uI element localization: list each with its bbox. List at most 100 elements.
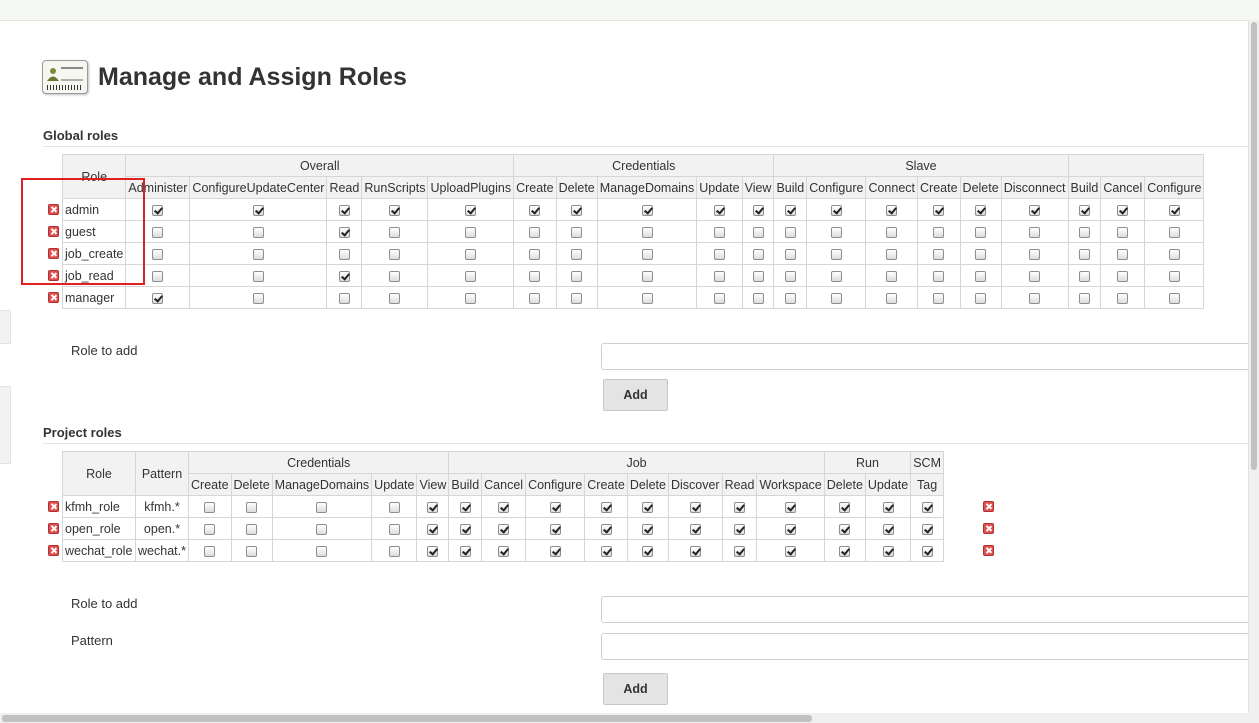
permission-checkbox[interactable]	[389, 270, 401, 282]
permission-checkbox-checked[interactable]	[389, 204, 401, 216]
permission-checkbox[interactable]	[465, 292, 477, 304]
permission-checkbox[interactable]	[1078, 226, 1090, 238]
permission-checkbox[interactable]	[389, 248, 401, 260]
permission-checkbox[interactable]	[571, 292, 583, 304]
permission-checkbox[interactable]	[152, 226, 164, 238]
permission-checkbox-checked[interactable]	[839, 523, 851, 535]
permission-checkbox[interactable]	[784, 248, 796, 260]
permission-checkbox[interactable]	[529, 292, 541, 304]
permission-checkbox-checked[interactable]	[734, 523, 746, 535]
permission-checkbox[interactable]	[641, 248, 653, 260]
permission-checkbox[interactable]	[1168, 248, 1180, 260]
permission-checkbox[interactable]	[1029, 226, 1041, 238]
permission-checkbox[interactable]	[641, 292, 653, 304]
permission-checkbox[interactable]	[388, 523, 400, 535]
permission-checkbox-checked[interactable]	[338, 226, 350, 238]
permission-checkbox-checked[interactable]	[689, 501, 701, 513]
permission-checkbox[interactable]	[338, 248, 350, 260]
permission-checkbox-checked[interactable]	[252, 204, 264, 216]
permission-checkbox-checked[interactable]	[600, 501, 612, 513]
permission-checkbox-checked[interactable]	[549, 523, 561, 535]
permission-checkbox[interactable]	[252, 270, 264, 282]
permission-checkbox[interactable]	[465, 248, 477, 260]
permission-checkbox[interactable]	[388, 545, 400, 557]
permission-checkbox-checked[interactable]	[549, 545, 561, 557]
permission-checkbox-checked[interactable]	[498, 523, 510, 535]
permission-checkbox[interactable]	[933, 270, 945, 282]
permission-checkbox[interactable]	[933, 292, 945, 304]
permission-checkbox-checked[interactable]	[886, 204, 898, 216]
permission-checkbox[interactable]	[975, 270, 987, 282]
permission-checkbox[interactable]	[388, 501, 400, 513]
permission-checkbox-checked[interactable]	[549, 501, 561, 513]
permission-checkbox[interactable]	[246, 501, 258, 513]
permission-checkbox[interactable]	[641, 226, 653, 238]
permission-checkbox[interactable]	[830, 292, 842, 304]
permission-checkbox-checked[interactable]	[830, 204, 842, 216]
permission-checkbox-checked[interactable]	[152, 204, 164, 216]
permission-checkbox[interactable]	[933, 226, 945, 238]
permission-checkbox-checked[interactable]	[839, 501, 851, 513]
permission-checkbox[interactable]	[641, 270, 653, 282]
permission-checkbox-checked[interactable]	[338, 270, 350, 282]
permission-checkbox[interactable]	[571, 270, 583, 282]
permission-checkbox-checked[interactable]	[921, 545, 933, 557]
delete-role-manager-icon[interactable]	[48, 292, 59, 303]
permission-checkbox[interactable]	[204, 501, 216, 513]
permission-checkbox[interactable]	[246, 545, 258, 557]
permission-checkbox-checked[interactable]	[975, 204, 987, 216]
permission-checkbox-checked[interactable]	[642, 523, 654, 535]
permission-checkbox-checked[interactable]	[498, 545, 510, 557]
permission-checkbox-checked[interactable]	[785, 545, 797, 557]
permission-checkbox[interactable]	[975, 226, 987, 238]
permission-checkbox-checked[interactable]	[459, 501, 471, 513]
permission-checkbox[interactable]	[152, 248, 164, 260]
add-global-role-button[interactable]: Add	[603, 379, 668, 411]
permission-checkbox-checked[interactable]	[785, 523, 797, 535]
permission-checkbox[interactable]	[246, 523, 258, 535]
permission-checkbox[interactable]	[975, 292, 987, 304]
vertical-scrollbar-thumb[interactable]	[1251, 22, 1257, 470]
permission-checkbox[interactable]	[529, 226, 541, 238]
permission-checkbox[interactable]	[830, 226, 842, 238]
permission-checkbox[interactable]	[529, 248, 541, 260]
permission-checkbox[interactable]	[571, 226, 583, 238]
side-panel-tab[interactable]	[0, 310, 11, 344]
permission-checkbox-checked[interactable]	[459, 523, 471, 535]
permission-checkbox[interactable]	[752, 248, 764, 260]
permission-checkbox-checked[interactable]	[498, 501, 510, 513]
permission-checkbox[interactable]	[886, 226, 898, 238]
permission-checkbox-checked[interactable]	[427, 523, 439, 535]
permission-checkbox-checked[interactable]	[921, 523, 933, 535]
permission-checkbox[interactable]	[316, 523, 328, 535]
permission-checkbox[interactable]	[465, 226, 477, 238]
permission-checkbox[interactable]	[1168, 226, 1180, 238]
permission-checkbox[interactable]	[713, 226, 725, 238]
delete-role-kfmh-right-icon[interactable]	[983, 501, 994, 512]
permission-checkbox[interactable]	[1078, 270, 1090, 282]
permission-checkbox-checked[interactable]	[338, 204, 350, 216]
permission-checkbox[interactable]	[713, 270, 725, 282]
permission-checkbox-checked[interactable]	[642, 501, 654, 513]
permission-checkbox[interactable]	[252, 248, 264, 260]
permission-checkbox[interactable]	[1117, 270, 1129, 282]
permission-checkbox[interactable]	[389, 292, 401, 304]
permission-checkbox[interactable]	[1117, 248, 1129, 260]
permission-checkbox[interactable]	[252, 292, 264, 304]
permission-checkbox[interactable]	[886, 270, 898, 282]
permission-checkbox-checked[interactable]	[1117, 204, 1129, 216]
permission-checkbox[interactable]	[1078, 292, 1090, 304]
permission-checkbox-checked[interactable]	[689, 523, 701, 535]
permission-checkbox[interactable]	[1117, 292, 1129, 304]
horizontal-scrollbar-thumb[interactable]	[2, 715, 812, 722]
permission-checkbox[interactable]	[316, 501, 328, 513]
permission-checkbox[interactable]	[316, 545, 328, 557]
permission-checkbox-checked[interactable]	[713, 204, 725, 216]
permission-checkbox-checked[interactable]	[882, 501, 894, 513]
permission-checkbox[interactable]	[1078, 248, 1090, 260]
delete-role-open-right-icon[interactable]	[983, 523, 994, 534]
permission-checkbox[interactable]	[1029, 270, 1041, 282]
permission-checkbox-checked[interactable]	[882, 523, 894, 535]
permission-checkbox[interactable]	[830, 270, 842, 282]
permission-checkbox[interactable]	[886, 292, 898, 304]
